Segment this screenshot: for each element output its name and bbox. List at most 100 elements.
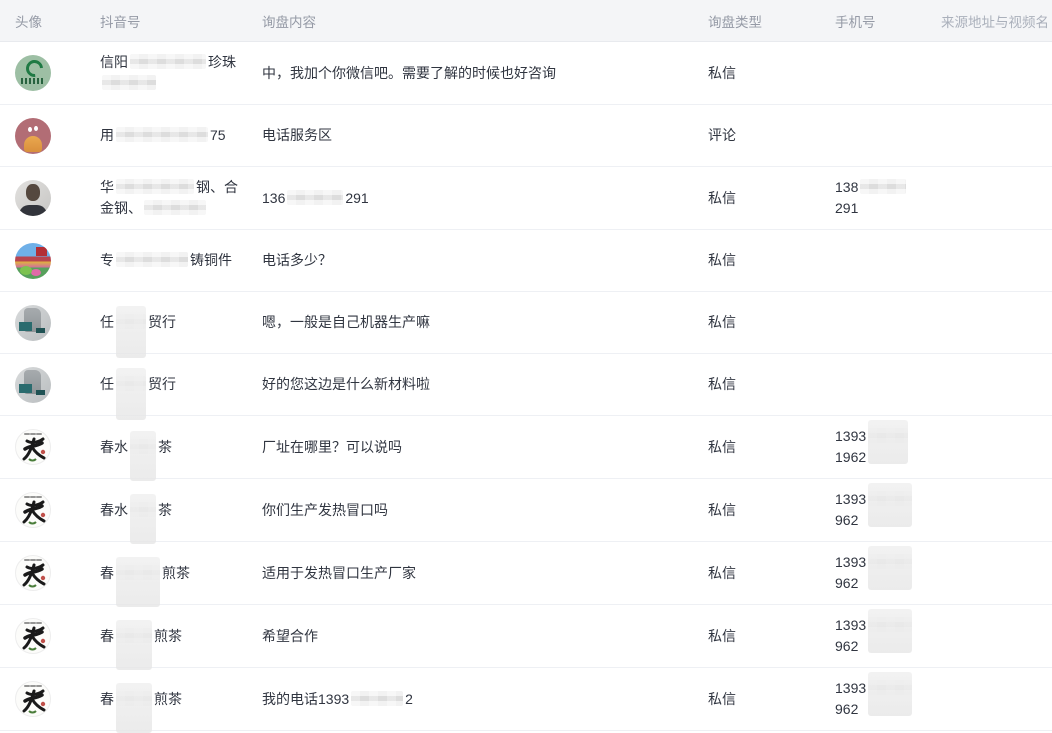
cell-source	[941, 689, 1052, 709]
text-segment: 茶	[158, 502, 172, 518]
table-row: 用75 电话服务区 评论	[0, 105, 1052, 167]
text-segment: 珍珠	[208, 54, 236, 70]
cell-avatar	[0, 482, 100, 538]
cell-douyin-id: 春煎茶	[100, 616, 262, 657]
text-segment: 春	[100, 565, 114, 581]
table-row: 任 贸行 嗯，一般是自己机器生产嘛 私信	[0, 292, 1052, 354]
text-segment: 你们生产发热冒口吗	[262, 502, 388, 518]
text-segment: 贸行	[148, 376, 176, 392]
text-segment: 铸铜件	[190, 252, 232, 268]
cell-inquiry-content: 电话服务区	[262, 115, 708, 156]
table-header-row: 头像 抖音号 询盘内容 询盘类型 手机号 来源地址与视频名	[0, 0, 1052, 42]
table-row: 任贸行 好的您这边是什么新材料啦 私信	[0, 354, 1052, 416]
text-segment: 钢、合	[196, 179, 238, 195]
cell-inquiry-type: 私信	[708, 427, 835, 468]
redacted-text	[116, 252, 188, 267]
cell-source	[941, 500, 1052, 520]
cell-phone-number: 13931962	[835, 416, 941, 478]
text-segment: 1962	[835, 449, 866, 465]
tea-calligraphy-icon	[15, 492, 51, 528]
avatar-gray-product-photo	[15, 305, 51, 341]
cell-inquiry-type: 私信	[708, 679, 835, 720]
text-segment: 煎茶	[162, 565, 190, 581]
redacted-text	[116, 127, 208, 142]
text-segment: 291	[345, 190, 368, 206]
column-header-phone-number: 手机号	[835, 11, 941, 31]
cell-phone-number: 138291	[835, 167, 941, 229]
avatar-tea-calligraphy-logo	[15, 429, 51, 465]
avatar-gray-product-photo	[15, 367, 51, 403]
tea-calligraphy-icon	[15, 555, 51, 591]
cell-douyin-id: 华钢、合金钢、	[100, 167, 262, 229]
text-segment: 1393	[835, 680, 866, 696]
cell-inquiry-type: 私信	[708, 616, 835, 657]
text-segment: 信阳	[100, 54, 128, 70]
redacted-text	[287, 190, 343, 205]
cell-source	[941, 626, 1052, 646]
text-segment: 2	[405, 691, 413, 707]
cell-inquiry-content: 厂址在哪里？可以说吗	[262, 427, 708, 468]
avatar-pink-cartoon-avatar	[15, 118, 51, 154]
table-row: 春煎茶 希望合作 私信 1393962	[0, 605, 1052, 668]
redacted-text	[116, 314, 146, 329]
cell-avatar	[0, 357, 100, 413]
redacted-text	[102, 75, 156, 90]
cell-avatar	[0, 108, 100, 164]
avatar-colorful-factory-photo	[15, 243, 51, 279]
redacted-text	[116, 376, 146, 391]
cell-inquiry-type: 私信	[708, 490, 835, 531]
tea-calligraphy-icon	[15, 618, 51, 654]
text-segment: 好的您这边是什么新材料啦	[262, 376, 430, 392]
cell-inquiry-content: 适用于发热冒口生产厂家	[262, 553, 708, 594]
cell-source	[941, 375, 1052, 395]
cell-avatar	[0, 45, 100, 101]
cell-inquiry-type: 私信	[708, 553, 835, 594]
avatar-tea-calligraphy-logo	[15, 618, 51, 654]
text-segment: 任	[100, 314, 114, 330]
cell-phone-number: 1393 962	[835, 605, 941, 667]
table-body: 信阳珍珠 中，我加个你微信吧。需要了解的时候也好咨询 私信 用75 电话服务区 …	[0, 42, 1052, 731]
cell-inquiry-content: 嗯，一般是自己机器生产嘛	[262, 302, 708, 343]
text-segment: 电话服务区	[262, 127, 332, 143]
cell-avatar	[0, 295, 100, 351]
text-segment: 春	[100, 691, 114, 707]
cell-inquiry-content: 电话多少？	[262, 240, 708, 281]
redacted-text	[116, 179, 194, 194]
cell-source	[941, 563, 1052, 583]
cell-inquiry-type: 私信	[708, 302, 835, 343]
cell-douyin-id: 任 贸行	[100, 302, 262, 343]
text-segment: 春水	[100, 502, 128, 518]
cell-douyin-id: 信阳 珍珠	[100, 42, 262, 104]
text-segment: 厂址在哪里？可以说吗	[262, 439, 402, 455]
text-segment: 茶	[158, 439, 172, 455]
text-segment: 291	[835, 200, 858, 216]
table-row: 春水 茶 厂址在哪里？可以说吗 私信 13931962	[0, 416, 1052, 479]
text-segment: 我的电话1393	[262, 691, 349, 707]
cell-inquiry-type: 私信	[708, 53, 835, 94]
cell-inquiry-type: 评论	[708, 115, 835, 156]
cell-inquiry-content: 你们生产发热冒口吗	[262, 490, 708, 531]
table-row: 信阳珍珠 中，我加个你微信吧。需要了解的时候也好咨询 私信	[0, 42, 1052, 105]
column-header-inquiry-content: 询盘内容	[262, 11, 708, 31]
cell-avatar	[0, 233, 100, 289]
redacted-text	[144, 200, 206, 215]
table-row: 专铸铜件 电话多少？ 私信	[0, 230, 1052, 292]
text-segment: 金钢、	[100, 200, 142, 216]
cell-inquiry-type: 私信	[708, 178, 835, 219]
text-segment: 962	[835, 638, 858, 654]
text-segment: 春水	[100, 439, 128, 455]
text-segment: 贸行	[148, 314, 176, 330]
column-header-douyin-id: 抖音号	[100, 11, 262, 31]
redacted-text	[116, 691, 152, 706]
cell-phone-number: 1393962	[835, 542, 941, 604]
cell-avatar	[0, 170, 100, 226]
cell-avatar	[0, 608, 100, 664]
text-segment: 煎茶	[154, 628, 182, 644]
text-segment: 138	[835, 179, 858, 195]
cell-source	[941, 251, 1052, 271]
column-header-inquiry-type: 询盘类型	[708, 11, 835, 31]
text-segment: 电话多少？	[262, 252, 332, 268]
text-segment: 1393	[835, 617, 866, 633]
inquiry-table[interactable]: 头像 抖音号 询盘内容 询盘类型 手机号 来源地址与视频名 信阳珍珠 中，我加个…	[0, 0, 1052, 731]
redacted-text	[868, 491, 912, 506]
